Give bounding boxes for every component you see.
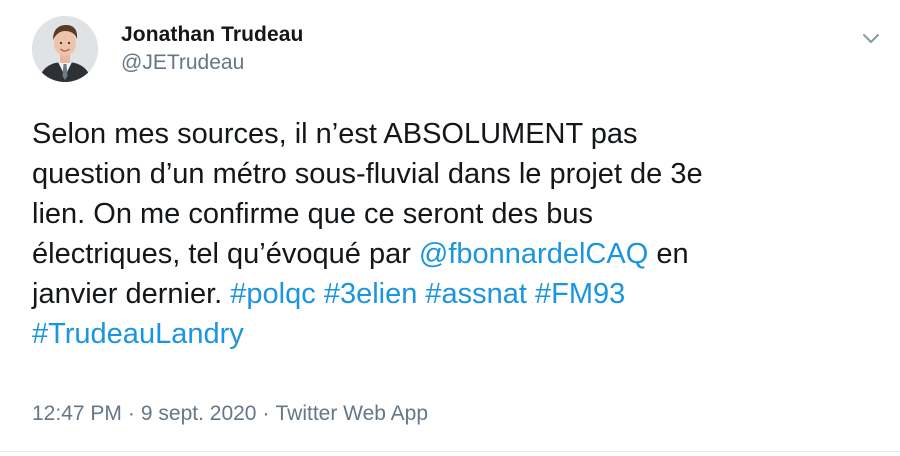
hashtag-link[interactable]: #assnat [425, 278, 527, 310]
tweet-text-line: Selon mes sources, il n’est ABSOLUMENT p… [32, 114, 882, 154]
hashtag-link[interactable]: #FM93 [535, 278, 625, 310]
tweet-text-line: #TrudeauLandry [32, 314, 882, 354]
meta-separator: · [262, 402, 270, 425]
author-handle[interactable]: @JETrudeau [121, 49, 303, 77]
avatar[interactable] [32, 16, 98, 82]
tweet-text-segment: en [648, 238, 689, 270]
tweet-author: Jonathan Trudeau @JETrudeau [121, 22, 303, 77]
tweet-text-segment [527, 278, 535, 310]
hashtag-link[interactable]: #TrudeauLandry [32, 318, 244, 350]
tweet-text-segment: question d’un métro sous-fluvial dans le… [32, 158, 703, 190]
chevron-down-icon [863, 34, 879, 43]
tweet-text-line: question d’un métro sous-fluvial dans le… [32, 154, 882, 194]
tweet-date[interactable]: 9 sept. 2020 [141, 402, 257, 425]
tweet-text-segment [316, 278, 324, 310]
tweet-text: Selon mes sources, il n’est ABSOLUMENT p… [32, 114, 882, 354]
divider [0, 451, 900, 452]
profile-photo-icon [32, 16, 98, 82]
author-display-name[interactable]: Jonathan Trudeau [121, 22, 303, 48]
hashtag-link[interactable]: #3elien [324, 278, 418, 310]
tweet-metadata: 12:47 PM · 9 sept. 2020 · Twitter Web App [32, 400, 428, 428]
tweet-text-segment: Selon mes sources, il n’est ABSOLUMENT p… [32, 118, 638, 150]
tweet-text-line: électriques, tel qu’évoqué par @fbonnard… [32, 234, 882, 274]
tweet-time[interactable]: 12:47 PM [32, 402, 122, 425]
tweet-text-line: janvier dernier. #polqc #3elien #assnat … [32, 274, 882, 314]
tweet-text-segment: électriques, tel qu’évoqué par [32, 238, 419, 270]
tweet-text-line: lien. On me confirme que ce seront des b… [32, 194, 882, 234]
tweet-text-segment: lien. On me confirme que ce seront des b… [32, 198, 593, 230]
hashtag-link[interactable]: #polqc [230, 278, 315, 310]
tweet-text-segment: janvier dernier. [32, 278, 231, 310]
tweet-card: Jonathan Trudeau @JETrudeau Selon mes so… [0, 0, 900, 456]
mention-link[interactable]: @fbonnardelCAQ [419, 238, 648, 270]
tweet-menu-button[interactable] [858, 28, 884, 48]
meta-separator: · [127, 402, 135, 425]
tweet-source[interactable]: Twitter Web App [275, 402, 428, 425]
